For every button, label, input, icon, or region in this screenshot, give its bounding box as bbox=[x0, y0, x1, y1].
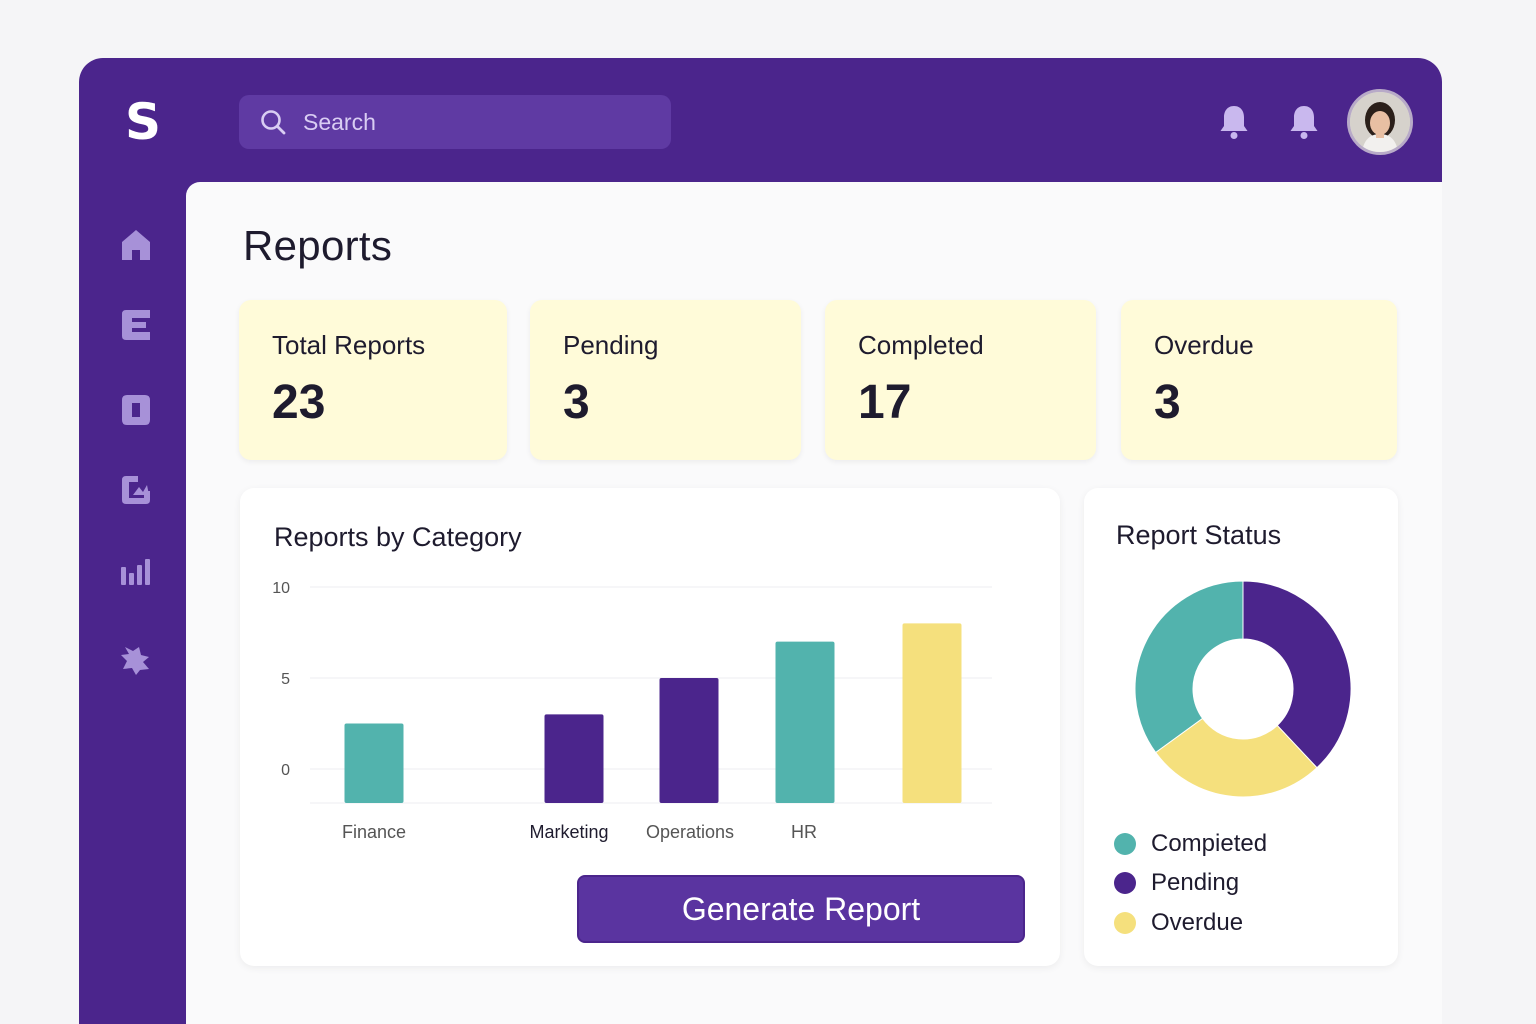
legend-item-pending: Pending bbox=[1114, 864, 1267, 904]
app-window: S Search Reports Total Reports 23 Pendin… bbox=[79, 58, 1442, 1024]
stat-value: 3 bbox=[563, 376, 590, 429]
reports-by-category-panel: Reports by Category 10 5 0 Finance Marketing… bbox=[240, 488, 1060, 966]
donut-legend: Compieted Pending Overdue bbox=[1114, 824, 1267, 943]
y-tick-label: 10 bbox=[272, 580, 290, 597]
user-avatar-image bbox=[1350, 92, 1410, 152]
stat-card-pending[interactable]: Pending 3 bbox=[530, 300, 801, 460]
bar[interactable] bbox=[775, 641, 835, 803]
image-icon[interactable] bbox=[119, 473, 153, 507]
bell-icon[interactable] bbox=[1217, 102, 1251, 142]
stat-value: 17 bbox=[858, 376, 912, 429]
donut-chart bbox=[1134, 580, 1352, 798]
app-logo[interactable]: S bbox=[125, 96, 165, 148]
home-icon[interactable] bbox=[119, 228, 153, 262]
user-avatar[interactable] bbox=[1347, 89, 1413, 155]
search-input[interactable] bbox=[303, 108, 643, 136]
analytics-icon[interactable] bbox=[119, 555, 153, 589]
reports-icon[interactable] bbox=[119, 308, 153, 342]
legend-swatch bbox=[1114, 872, 1136, 895]
stat-label: Total Reports bbox=[272, 330, 426, 360]
stat-card-overdue[interactable]: Overdue 3 bbox=[1121, 300, 1397, 460]
document-icon[interactable] bbox=[119, 393, 153, 427]
legend-swatch bbox=[1114, 832, 1136, 855]
x-tick-label: Finance bbox=[342, 822, 406, 842]
bar[interactable] bbox=[659, 678, 719, 803]
stat-card-total-reports[interactable]: Total Reports 23 bbox=[239, 300, 507, 460]
search-icon bbox=[261, 110, 286, 135]
search-bar[interactable] bbox=[239, 95, 671, 149]
legend-item-overdue: Overdue bbox=[1114, 903, 1267, 943]
bar[interactable] bbox=[902, 623, 962, 803]
stat-card-completed[interactable]: Completed 17 bbox=[825, 300, 1096, 460]
puzzle-icon[interactable] bbox=[119, 643, 153, 677]
report-status-panel: Report Status Compieted Pending Overdue bbox=[1084, 488, 1398, 966]
stat-value: 23 bbox=[272, 376, 326, 429]
main-content: Reports Total Reports 23 Pending 3 Compl… bbox=[186, 182, 1442, 1024]
stat-label: Completed bbox=[858, 330, 984, 360]
legend-label: Compieted bbox=[1151, 829, 1268, 857]
x-tick-label: Operations bbox=[646, 822, 734, 842]
stat-label: Pending bbox=[563, 330, 659, 360]
y-tick-label: 0 bbox=[281, 762, 290, 779]
generate-report-button[interactable]: Generate Report bbox=[577, 875, 1025, 943]
legend-item-completed: Compieted bbox=[1114, 824, 1267, 864]
donut-slice[interactable] bbox=[1134, 580, 1244, 754]
y-tick-label: 5 bbox=[281, 671, 290, 688]
stat-value: 3 bbox=[1154, 376, 1181, 429]
x-tick-label: HR bbox=[791, 822, 817, 842]
bell-icon[interactable] bbox=[1287, 102, 1321, 142]
bar-chart: 10 5 0 Finance Marketing Operations HR bbox=[272, 580, 992, 842]
x-tick-label: Marketing bbox=[529, 822, 608, 842]
bar[interactable] bbox=[344, 723, 404, 804]
page-title: Reports bbox=[243, 222, 393, 269]
stat-label: Overdue bbox=[1154, 330, 1254, 360]
bar[interactable] bbox=[544, 714, 604, 803]
legend-label: Overdue bbox=[1151, 908, 1244, 936]
legend-label: Pending bbox=[1151, 869, 1240, 897]
legend-swatch bbox=[1114, 911, 1136, 934]
